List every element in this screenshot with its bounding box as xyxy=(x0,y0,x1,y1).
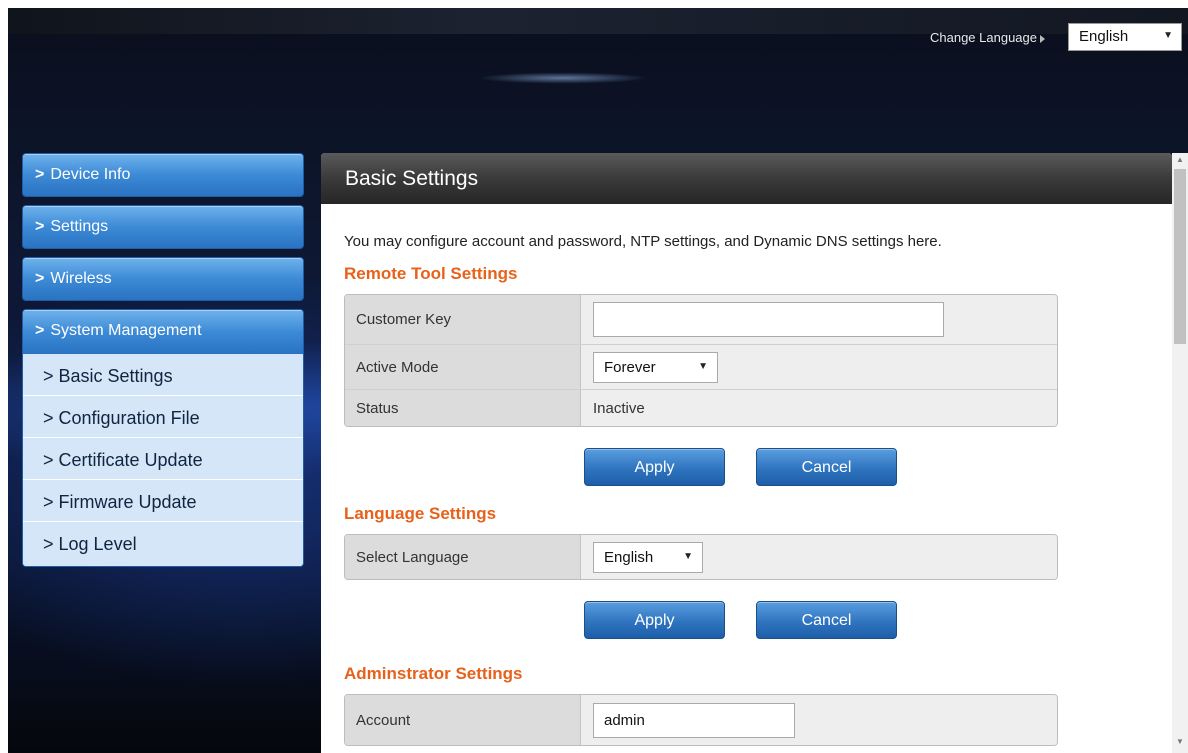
main-panel: Basic Settings You may configure account… xyxy=(321,153,1172,753)
chevron-right-icon: > xyxy=(43,450,59,470)
table-row: Active Mode Forever ▼ xyxy=(345,345,1057,390)
select-language-label: Select Language xyxy=(345,535,581,579)
remote-tool-cancel-button[interactable]: Cancel xyxy=(756,448,897,486)
language-table: Select Language English ▼ xyxy=(344,534,1058,580)
change-language-label: Change Language xyxy=(930,30,1045,45)
sidebar-subitem-label: Firmware Update xyxy=(58,492,197,512)
sidebar-subitem-label: Configuration File xyxy=(58,408,200,428)
customer-key-input[interactable] xyxy=(593,302,944,337)
sidebar-item-label: Settings xyxy=(50,218,109,235)
sidebar-item-system-management[interactable]: > System Management xyxy=(23,310,303,354)
table-row: Select Language English ▼ xyxy=(345,535,1057,579)
language-apply-button[interactable]: Apply xyxy=(584,601,725,639)
sidebar-item-settings[interactable]: > Settings xyxy=(22,205,304,249)
dropdown-caret-icon: ▼ xyxy=(683,550,693,562)
account-cell xyxy=(581,695,1057,745)
chevron-right-icon: > xyxy=(35,322,45,339)
sidebar-item-label: System Management xyxy=(50,322,202,339)
administrator-settings-title: Adminstrator Settings xyxy=(344,664,523,683)
chevron-right-icon: > xyxy=(35,218,45,235)
scrollbar-thumb[interactable] xyxy=(1174,169,1186,344)
chevron-right-icon: > xyxy=(35,166,45,183)
sidebar-subitem-certificate-update[interactable]: > Certificate Update xyxy=(23,438,303,480)
language-settings-title: Language Settings xyxy=(344,504,497,523)
scroll-down-icon[interactable]: ▼ xyxy=(1172,737,1188,751)
select-language-value: English xyxy=(604,548,654,566)
sidebar-subitem-label: Basic Settings xyxy=(58,366,173,386)
admin-table: Account xyxy=(344,694,1058,746)
sidebar-subitem-configuration-file[interactable]: > Configuration File xyxy=(23,396,303,438)
active-mode-label: Active Mode xyxy=(345,345,581,389)
active-mode-select[interactable]: Forever ▼ xyxy=(593,351,718,383)
table-row: Account xyxy=(345,695,1057,745)
arrow-right-icon xyxy=(1040,34,1045,43)
chevron-right-icon: > xyxy=(43,408,59,428)
active-mode-value: Forever xyxy=(604,358,656,376)
customer-key-label: Customer Key xyxy=(345,295,581,344)
intro-text: You may configure account and password, … xyxy=(344,233,942,250)
remote-tool-table: Customer Key Active Mode Forever ▼ Statu… xyxy=(344,294,1058,427)
panel-scrollbar[interactable]: ▲ ▼ xyxy=(1172,153,1188,753)
sidebar-item-label: Device Info xyxy=(50,166,131,183)
sidebar-subitem-label: Log Level xyxy=(58,534,137,554)
sidebar-subitem-log-level[interactable]: > Log Level xyxy=(23,522,303,566)
remote-tool-settings-title: Remote Tool Settings xyxy=(344,264,518,283)
select-language-dropdown[interactable]: English ▼ xyxy=(593,541,703,573)
page-frame: Change Language English ▼ > Device Info >… xyxy=(8,8,1188,753)
chevron-right-icon: > xyxy=(43,366,59,386)
account-input[interactable] xyxy=(593,702,795,738)
language-cancel-button[interactable]: Cancel xyxy=(756,601,897,639)
dropdown-caret-icon: ▼ xyxy=(698,360,708,372)
table-row: Customer Key xyxy=(345,295,1057,345)
account-label: Account xyxy=(345,695,581,745)
sidebar-subitem-basic-settings[interactable]: > Basic Settings xyxy=(23,354,303,396)
sidebar-group-system-management: > System Management > Basic Settings > Co… xyxy=(22,309,304,567)
remote-tool-buttons: Apply Cancel xyxy=(344,448,1172,486)
sidebar-item-wireless[interactable]: > Wireless xyxy=(22,257,304,301)
sidebar-subitem-firmware-update[interactable]: > Firmware Update xyxy=(23,480,303,522)
status-label: Status xyxy=(345,390,581,426)
scroll-up-icon[interactable]: ▲ xyxy=(1172,155,1188,169)
language-select[interactable]: English ▼ xyxy=(1068,23,1182,51)
chevron-right-icon: > xyxy=(43,534,59,554)
table-row: Status Inactive xyxy=(345,390,1057,426)
select-language-cell: English ▼ xyxy=(581,535,1057,579)
chevron-right-icon: > xyxy=(35,270,45,287)
language-select-value: English xyxy=(1079,28,1129,45)
customer-key-cell xyxy=(581,295,1057,344)
status-value: Inactive xyxy=(581,390,1057,426)
language-buttons: Apply Cancel xyxy=(344,601,1172,639)
sidebar-item-device-info[interactable]: > Device Info xyxy=(22,153,304,197)
active-mode-cell: Forever ▼ xyxy=(581,345,1057,389)
remote-tool-apply-button[interactable]: Apply xyxy=(584,448,725,486)
sidebar-item-label: Wireless xyxy=(50,270,112,287)
chevron-right-icon: > xyxy=(43,492,59,512)
panel-body: You may configure account and password, … xyxy=(321,233,1172,746)
dropdown-caret-icon: ▼ xyxy=(1163,30,1173,41)
sidebar-subitem-label: Certificate Update xyxy=(58,450,203,470)
page-title: Basic Settings xyxy=(321,153,1172,204)
sidebar: > Device Info > Settings > Wireless > System… xyxy=(22,153,304,567)
